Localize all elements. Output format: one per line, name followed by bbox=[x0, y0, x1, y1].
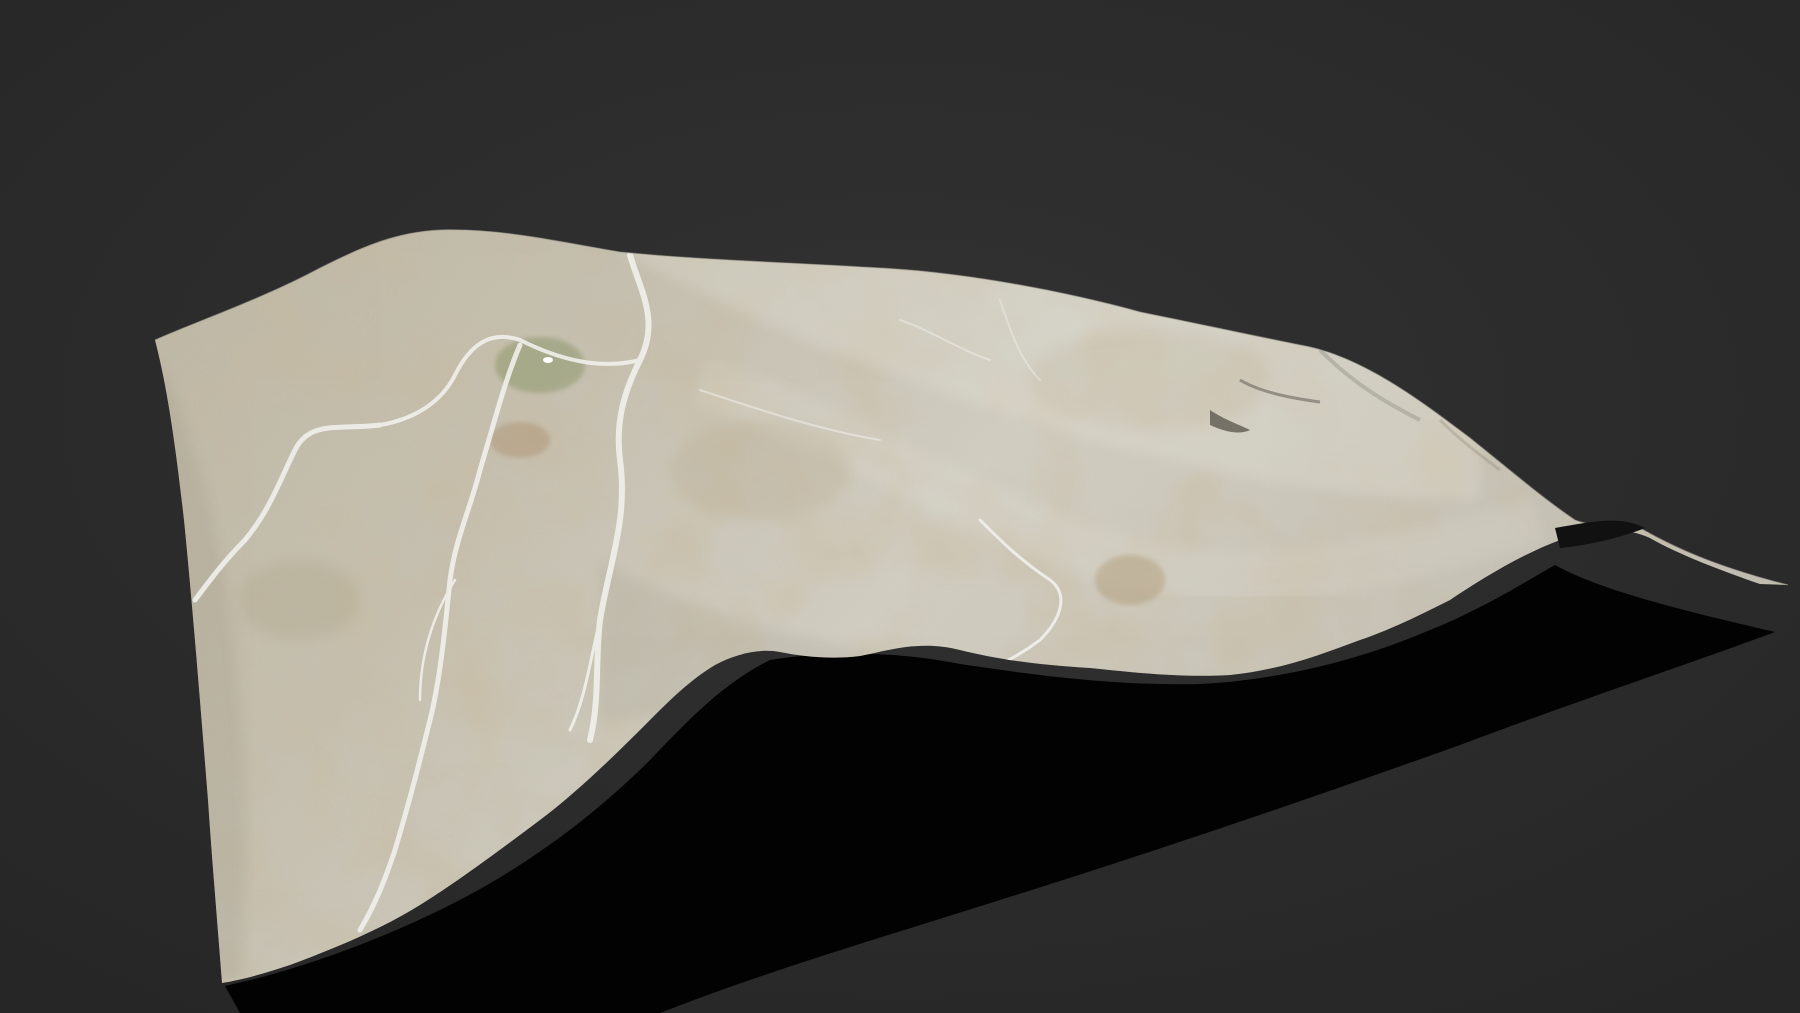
render-viewport bbox=[0, 0, 1800, 1013]
terrain-render bbox=[0, 0, 1800, 1013]
